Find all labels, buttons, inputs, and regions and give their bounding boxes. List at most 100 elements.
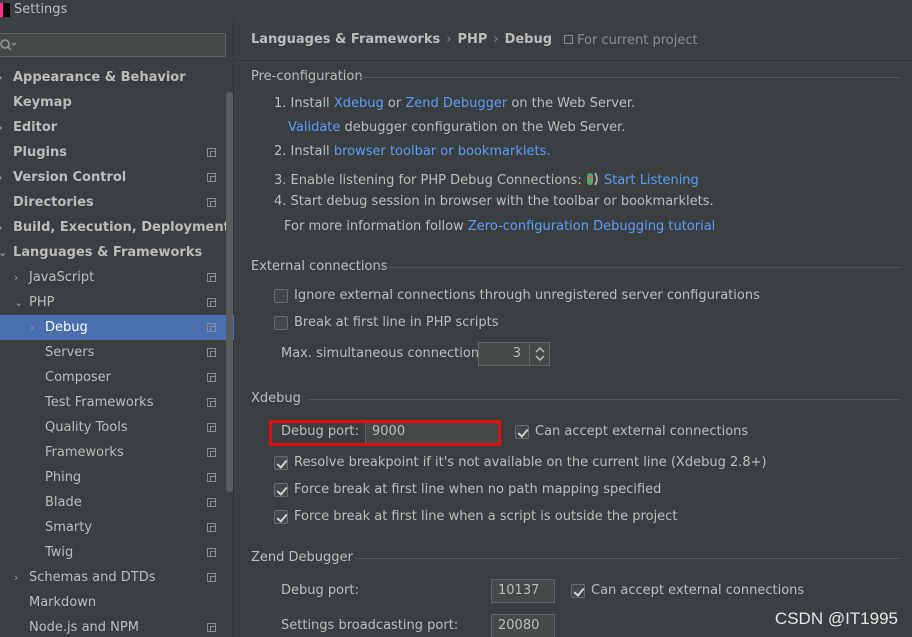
sidebar-item-label: Debug xyxy=(45,320,88,335)
app-icon xyxy=(0,3,10,17)
project-scope-icon xyxy=(207,448,216,457)
project-scope-icon xyxy=(207,173,216,182)
chevron-right-icon[interactable]: › xyxy=(14,565,24,590)
chevron-right-icon[interactable]: › xyxy=(0,215,8,240)
sidebar-item-composer[interactable]: Composer xyxy=(0,365,234,390)
start-listening-icon[interactable] xyxy=(586,171,600,187)
sidebar-item-label: Schemas and DTDs xyxy=(29,570,156,585)
settings-sidebar: › Appearance & Behavior Keymap › Editor Plugi… xyxy=(0,20,234,637)
sidebar-item-label: Plugins xyxy=(13,145,67,160)
start-listening-link[interactable]: Start Listening xyxy=(604,173,699,188)
spinner-buttons[interactable] xyxy=(529,343,549,365)
xdebug-link[interactable]: Xdebug xyxy=(334,96,384,111)
sidebar-item-label: Smarty xyxy=(45,520,93,535)
max-connections-label: Max. simultaneous connections: xyxy=(281,346,491,361)
sidebar-item-version-control[interactable]: › Version Control xyxy=(0,165,234,190)
chevron-right-icon[interactable]: › xyxy=(0,165,8,190)
ignore-external-label: Ignore external connections through unre… xyxy=(294,288,760,303)
break-first-line-label: Break at first line in PHP scripts xyxy=(294,315,499,330)
preconfig-step-1: 1. Install Xdebug or Zend Debugger on th… xyxy=(274,96,635,111)
spinner-arrows-icon xyxy=(535,346,545,362)
breadcrumb-item: PHP xyxy=(457,32,488,47)
zero-config-tutorial-link[interactable]: Zero-configuration Debugging tutorial xyxy=(468,219,715,234)
max-connections-spinner[interactable]: 3 xyxy=(478,342,550,366)
force-break-outside-project-label: Force break at first line when a script … xyxy=(294,509,678,524)
max-connections-value: 3 xyxy=(512,346,521,361)
preconfig-title: Pre-configuration xyxy=(251,69,363,84)
sidebar-item-label: Quality Tools xyxy=(45,420,128,435)
sidebar-item-twig[interactable]: Twig xyxy=(0,540,234,565)
preconfig-step-4: 4. Start debug session in browser with t… xyxy=(274,194,714,209)
project-scope-icon xyxy=(207,548,216,557)
break-first-line-checkbox[interactable] xyxy=(274,316,288,330)
chevron-down-icon[interactable]: ⌄ xyxy=(0,240,8,265)
sidebar-item-keymap[interactable]: Keymap xyxy=(0,90,234,115)
sidebar-item-schemas-and-dtds[interactable]: › Schemas and DTDs xyxy=(0,565,234,590)
sidebar-item-php[interactable]: ⌄ PHP xyxy=(0,290,234,315)
zend-broadcast-port-label: Settings broadcasting port: xyxy=(281,618,459,633)
sidebar-item-label: Markdown xyxy=(29,595,97,610)
chevron-right-icon[interactable]: › xyxy=(30,315,40,340)
zend-debugger-link[interactable]: Zend Debugger xyxy=(405,96,507,111)
sidebar-item-build-execution-deployment[interactable]: › Build, Execution, Deployment xyxy=(0,215,234,240)
chevron-right-icon[interactable]: › xyxy=(0,65,8,90)
preconfig-step-3: 3. Enable listening for PHP Debug Connec… xyxy=(274,168,699,188)
sidebar-item-label: Blade xyxy=(45,495,82,510)
force-break-no-mapping-checkbox[interactable] xyxy=(274,483,288,497)
sidebar-item-editor[interactable]: › Editor xyxy=(0,115,234,140)
sidebar-item-node-js-and-npm[interactable]: Node.js and NPM xyxy=(0,615,234,637)
zend-broadcast-port-input[interactable]: 20080 xyxy=(491,614,555,637)
sidebar-item-label: Appearance & Behavior xyxy=(13,70,186,85)
sidebar-item-directories[interactable]: Directories xyxy=(0,190,234,215)
sidebar-item-debug[interactable]: › Debug xyxy=(0,315,234,340)
force-break-outside-project-checkbox[interactable] xyxy=(274,510,288,524)
xdebug-accept-external-checkbox[interactable] xyxy=(515,425,529,439)
sidebar-item-languages-frameworks[interactable]: ⌄ Languages & Frameworks xyxy=(0,240,234,265)
sidebar-item-markdown[interactable]: Markdown xyxy=(0,590,234,615)
project-scope-icon xyxy=(207,273,216,282)
project-scope-icon xyxy=(207,348,216,357)
section-divider xyxy=(308,399,900,400)
search-input[interactable] xyxy=(0,33,226,57)
sidebar-item-smarty[interactable]: Smarty xyxy=(0,515,234,540)
resolve-breakpoint-checkbox[interactable] xyxy=(274,456,288,470)
ignore-external-checkbox[interactable] xyxy=(274,289,288,303)
sidebar-item-label: JavaScript xyxy=(29,270,95,285)
zend-accept-external-checkbox[interactable] xyxy=(571,584,585,598)
sidebar-item-label: Keymap xyxy=(13,95,72,110)
sidebar-item-label: Languages & Frameworks xyxy=(13,245,203,260)
chevron-right-icon[interactable]: › xyxy=(0,115,8,140)
sidebar-item-quality-tools[interactable]: Quality Tools xyxy=(0,415,234,440)
sidebar-item-label: Directories xyxy=(13,195,94,210)
section-divider xyxy=(355,558,900,559)
sidebar-item-blade[interactable]: Blade xyxy=(0,490,234,515)
for-project-label: For current project xyxy=(577,33,698,48)
sidebar-item-label: Node.js and NPM xyxy=(29,620,139,635)
sidebar-item-servers[interactable]: Servers xyxy=(0,340,234,365)
project-scope-icon xyxy=(207,623,216,632)
browser-toolbar-link[interactable]: browser toolbar or bookmarklets. xyxy=(334,144,551,159)
header-divider xyxy=(235,60,912,61)
section-divider xyxy=(378,267,900,268)
zend-port-input[interactable]: 10137 xyxy=(491,579,555,603)
chevron-right-icon[interactable]: › xyxy=(14,265,24,290)
sidebar-item-javascript[interactable]: › JavaScript xyxy=(0,265,234,290)
sidebar-item-appearance-behavior[interactable]: › Appearance & Behavior xyxy=(0,65,234,90)
sidebar-item-phing[interactable]: Phing xyxy=(0,465,234,490)
sidebar-scrollbar[interactable] xyxy=(226,92,233,492)
breadcrumb-item: Debug xyxy=(504,32,553,47)
step-text: on the Web Server. xyxy=(511,96,636,111)
project-scope-icon xyxy=(207,573,216,582)
sidebar-item-frameworks[interactable]: Frameworks xyxy=(0,440,234,465)
sidebar-item-plugins[interactable]: Plugins xyxy=(0,140,234,165)
sidebar-item-test-frameworks[interactable]: Test Frameworks xyxy=(0,390,234,415)
sidebar-item-label: Twig xyxy=(45,545,74,560)
step-text: debugger configuration on the Web Server… xyxy=(344,120,626,135)
section-divider xyxy=(360,77,900,78)
validate-link[interactable]: Validate xyxy=(288,120,340,135)
chevron-down-icon[interactable]: ⌄ xyxy=(14,290,24,315)
step-text: 3. Enable listening for PHP Debug Connec… xyxy=(274,173,582,188)
sidebar-item-label: Editor xyxy=(13,120,58,135)
zend-accept-external-label: Can accept external connections xyxy=(591,583,805,598)
project-scope-icon xyxy=(207,198,216,207)
